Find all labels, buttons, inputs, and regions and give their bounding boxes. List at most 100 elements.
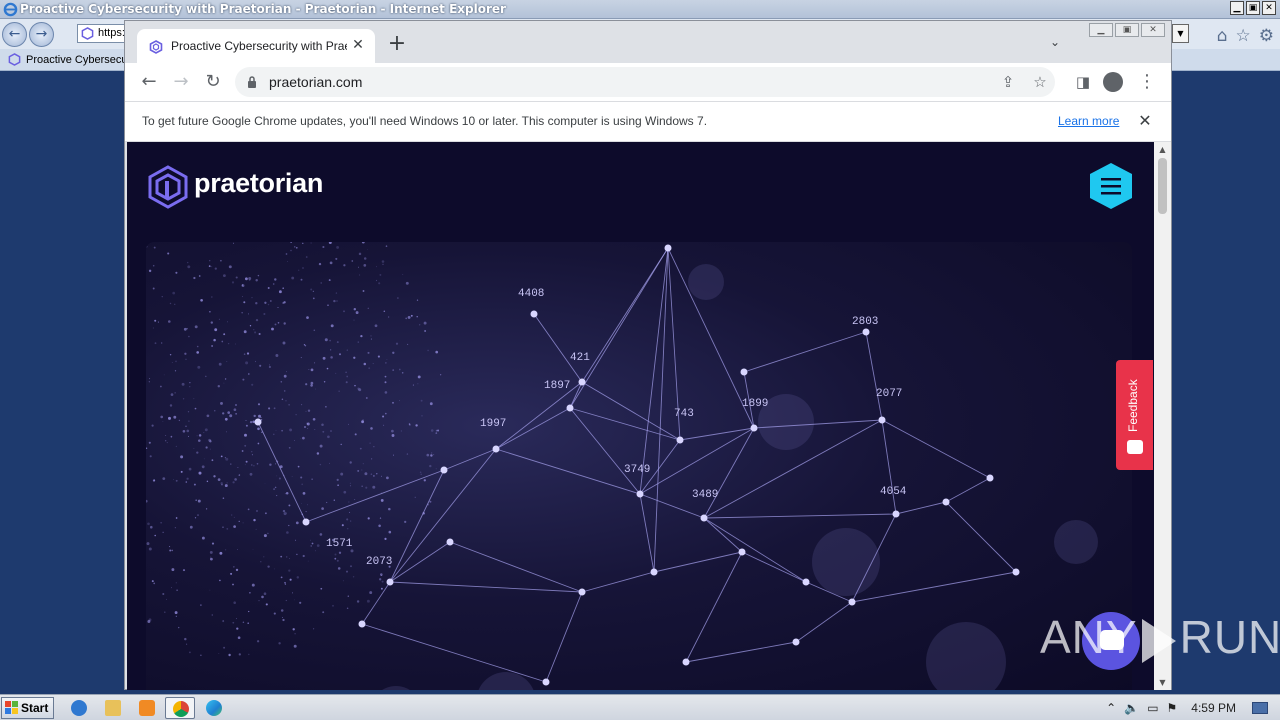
new-tab-button[interactable]: + [385, 33, 409, 57]
hero-particle [206, 508, 207, 509]
ie-minimize-button[interactable]: ▁ [1230, 1, 1244, 15]
hero-particle [153, 327, 154, 328]
hero-particle [366, 397, 368, 399]
update-infobar: To get future Google Chrome updates, you… [125, 101, 1171, 142]
hero-particle [363, 290, 365, 292]
network-icon[interactable]: ▭ [1147, 701, 1158, 715]
ie-address-dropdown-button[interactable]: ▼ [1172, 24, 1189, 43]
learn-more-link[interactable]: Learn more [1058, 114, 1119, 128]
site-brand-name[interactable]: praetorian [194, 168, 323, 199]
tab-search-chevron-icon[interactable]: ⌄ [1045, 35, 1065, 55]
star-icon[interactable]: ☆ [1236, 26, 1251, 46]
hero-particle [314, 330, 316, 332]
hero-network-node [567, 405, 574, 412]
profile-avatar-icon[interactable] [1103, 72, 1123, 92]
hero-particle [259, 365, 261, 367]
chrome-minimize-button[interactable]: ▁ [1089, 23, 1113, 37]
bookmark-star-icon[interactable]: ☆ [1029, 71, 1051, 93]
hero-particle [396, 343, 398, 345]
infobar-close-icon[interactable]: ✕ [1135, 111, 1155, 131]
hero-particle [250, 473, 253, 476]
hero-particle [199, 472, 202, 475]
tab-close-icon[interactable]: ✕ [349, 36, 367, 54]
hero-particle [160, 522, 161, 523]
taskbar-media-player-icon[interactable] [132, 697, 162, 719]
hero-particle [205, 376, 207, 378]
hero-particle [244, 353, 246, 355]
ie-restore-button[interactable]: ▣ [1246, 1, 1260, 15]
omnibox[interactable]: praetorian.com ⇪ ☆ [235, 67, 1055, 97]
hero-particle [311, 382, 314, 385]
hero-particle [149, 378, 150, 379]
lock-icon[interactable] [247, 75, 257, 89]
hero-particle [210, 558, 213, 561]
hero-particle [306, 411, 307, 412]
hero-network-node [387, 579, 394, 586]
gear-icon[interactable]: ⚙ [1259, 26, 1274, 46]
praetorian-logo-icon[interactable] [146, 165, 190, 209]
page-scrollbar[interactable]: ▲ ▼ [1154, 142, 1171, 690]
hero-network-edge [704, 518, 806, 582]
hero-particle [268, 287, 270, 289]
hero-particle [285, 493, 286, 494]
share-icon[interactable]: ⇪ [997, 71, 1019, 93]
hero-particle [225, 484, 228, 487]
hero-particle [253, 329, 254, 330]
ie-command-icons: ⌂ ☆ ⚙ [1217, 26, 1274, 46]
hero-particle [197, 514, 199, 516]
hero-particle [149, 548, 152, 551]
reload-icon[interactable]: ↻ [199, 68, 227, 96]
hero-particle [358, 341, 359, 342]
chrome-maximize-button[interactable]: ▣ [1115, 23, 1139, 37]
clock[interactable]: 4:59 PM [1191, 701, 1236, 715]
hero-particle [405, 318, 407, 320]
side-panel-icon[interactable]: ◨ [1069, 68, 1097, 96]
hero-number-label: 2077 [876, 388, 902, 400]
scroll-thumb[interactable] [1158, 158, 1167, 214]
tray-expand-icon[interactable]: ⌃ [1106, 701, 1116, 715]
start-button[interactable]: Start [1, 697, 54, 719]
hero-particle [384, 538, 386, 540]
hero-particle [218, 653, 219, 654]
forward-arrow-icon[interactable]: → [167, 68, 195, 96]
chrome-tab-active[interactable]: Proactive Cybersecurity with Praetorian … [137, 29, 375, 63]
volume-icon[interactable]: 🔈 [1124, 701, 1139, 715]
hero-particle [402, 372, 404, 374]
chrome-close-button[interactable]: ✕ [1141, 23, 1165, 37]
hero-particle [188, 436, 189, 437]
home-icon[interactable]: ⌂ [1217, 26, 1228, 46]
hero-particle [213, 339, 216, 342]
hero-particle [320, 282, 321, 283]
action-center-flag-icon[interactable]: ⚑ [1167, 701, 1178, 715]
ie-forward-button[interactable]: → [29, 22, 54, 47]
ie-close-button[interactable]: ✕ [1262, 1, 1276, 15]
hero-particle [169, 550, 171, 552]
hero-particle [245, 361, 248, 364]
scroll-down-arrow-icon[interactable]: ▼ [1158, 678, 1167, 687]
hero-particle [388, 316, 389, 317]
menu-kebab-icon[interactable]: ⋮ [1133, 68, 1161, 96]
hero-particle [353, 357, 355, 359]
hero-particle [368, 517, 370, 519]
taskbar-chrome-icon[interactable] [165, 697, 195, 719]
ie-back-button[interactable]: ← [2, 22, 27, 47]
hero-particle [269, 463, 271, 465]
hero-particle [235, 404, 237, 406]
hero-particle [261, 596, 264, 599]
taskbar-explorer-icon[interactable] [98, 697, 128, 719]
hero-particle [286, 492, 289, 495]
ie-tab[interactable]: Proactive Cybersecuri [4, 50, 124, 70]
ie-address-text: https: [98, 27, 125, 39]
scroll-up-arrow-icon[interactable]: ▲ [1158, 145, 1167, 154]
hero-particle [282, 399, 284, 401]
hero-particle [243, 622, 245, 624]
hero-particle [296, 414, 297, 415]
taskbar-ie-icon[interactable] [64, 697, 94, 719]
hamburger-menu-button[interactable] [1089, 162, 1133, 210]
show-desktop-icon[interactable] [1252, 702, 1268, 714]
feedback-tab[interactable]: Feedback [1116, 360, 1153, 470]
hero-particle [427, 350, 429, 352]
back-arrow-icon[interactable]: ← [135, 68, 163, 96]
hero-particle [296, 522, 299, 525]
taskbar-edge-icon[interactable] [199, 697, 229, 719]
